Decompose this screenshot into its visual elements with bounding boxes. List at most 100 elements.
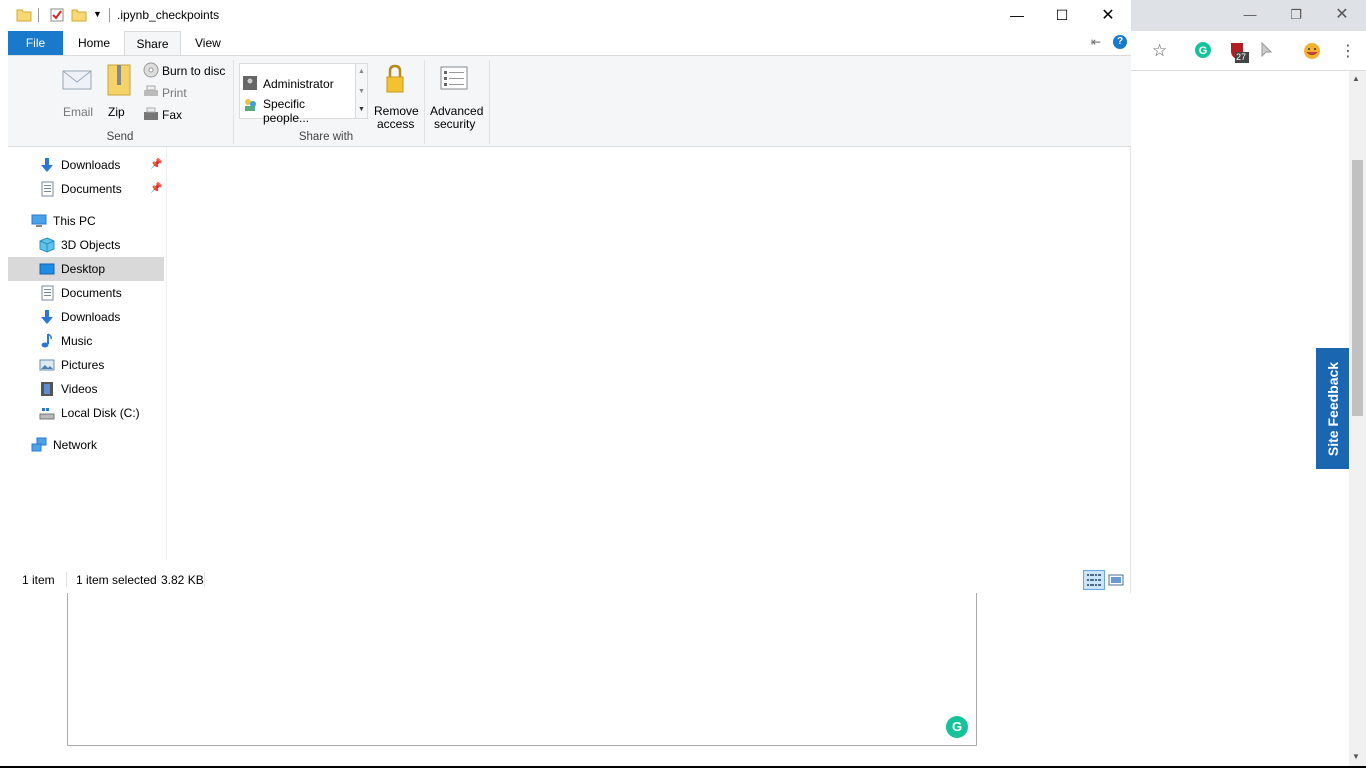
- nav-item-label: Downloads: [61, 158, 121, 172]
- share-with-group-label: Share with: [298, 131, 354, 143]
- comment-textarea[interactable]: [67, 593, 977, 746]
- customize-quick-access-dropdown[interactable]: ▼: [93, 9, 109, 25]
- maximize-button[interactable]: ☐: [1039, 0, 1085, 31]
- nav-item-documents[interactable]: Documents: [8, 281, 164, 305]
- selection-size: 3.82 KB: [161, 573, 204, 587]
- ribbon-separator: [489, 60, 490, 144]
- nav-item-label: Network: [53, 438, 98, 452]
- burn-to-disc-label: Burn to disc: [162, 64, 226, 78]
- share-list-scroller[interactable]: ▲ ▼ ▼: [356, 63, 368, 119]
- nav-item-pictures[interactable]: Pictures: [8, 353, 164, 377]
- share-item-specific-people[interactable]: Specific people...: [242, 95, 354, 125]
- documents-icon: [41, 181, 54, 197]
- window-title: .ipynb_checkpoints: [117, 8, 220, 22]
- nav-item-music[interactable]: Music: [8, 329, 164, 353]
- fax-button[interactable]: Fax: [142, 106, 202, 124]
- zip-folder-icon: [107, 64, 131, 96]
- desktop-icon: [39, 263, 55, 275]
- remove-access-line1: Remove: [374, 104, 419, 118]
- advanced-security-line1: Advanced: [430, 104, 484, 118]
- print-button[interactable]: Print: [142, 84, 202, 102]
- browser-minimize-button[interactable]: —: [1227, 2, 1273, 28]
- status-separator: [204, 572, 205, 587]
- bookmark-star-icon[interactable]: ☆: [1152, 41, 1174, 63]
- nav-item-label: Music: [61, 334, 93, 348]
- details-view-button[interactable]: [1083, 570, 1105, 590]
- cube-icon: [39, 237, 55, 253]
- people-icon: [245, 99, 256, 111]
- nav-item-network[interactable]: Network: [8, 433, 164, 457]
- user-icon: [243, 76, 257, 90]
- zip-button[interactable]: Zip: [104, 62, 132, 119]
- browser-close-button[interactable]: ✕: [1319, 2, 1365, 28]
- pane-divider[interactable]: [166, 147, 167, 560]
- fax-label: Fax: [162, 108, 183, 122]
- help-icon[interactable]: ?: [1113, 35, 1127, 49]
- advanced-security-line2: security: [434, 117, 476, 131]
- network-icon: [31, 437, 47, 452]
- nav-item-downloads[interactable]: Downloads: [8, 305, 164, 329]
- nav-item-quick-downloads[interactable]: Downloads 📌: [8, 153, 164, 177]
- shield-extension-icon[interactable]: 27: [1228, 41, 1250, 63]
- music-note-icon: [41, 333, 52, 348]
- grammarly-extension-icon[interactable]: G: [1194, 41, 1216, 63]
- share-with-list[interactable]: Administrator Specific people...: [239, 63, 356, 125]
- pin-icon: 📌: [150, 159, 163, 170]
- ribbon-separator: [233, 60, 234, 144]
- share-item-label: Specific people...: [263, 97, 310, 125]
- new-folder-quick-access-icon[interactable]: [71, 7, 87, 23]
- nav-item-label: Videos: [61, 382, 98, 396]
- large-icons-view-button[interactable]: [1108, 572, 1124, 588]
- remove-access-button[interactable]: Remove access: [372, 62, 419, 131]
- download-arrow-icon: [41, 310, 53, 324]
- email-button[interactable]: Email: [58, 62, 96, 119]
- nav-item-3d-objects[interactable]: 3D Objects: [8, 233, 164, 257]
- pin-ribbon-icon[interactable]: ⇤: [1091, 35, 1101, 49]
- nav-item-quick-documents[interactable]: Documents 📌: [8, 177, 164, 201]
- nav-item-local-disk[interactable]: Local Disk (C:): [8, 401, 164, 425]
- disc-icon: [143, 62, 159, 78]
- close-button[interactable]: ✕: [1085, 0, 1131, 31]
- ribbon-tabs: File Home Share View ⇤ ?: [8, 31, 1131, 55]
- browser-menu-icon[interactable]: ⋮: [1337, 41, 1359, 63]
- tab-share[interactable]: Share: [124, 31, 181, 55]
- printer-icon: [144, 85, 158, 96]
- share-item-label: Administrator: [263, 77, 334, 91]
- navigation-pane[interactable]: Downloads 📌 Documents 📌 This PC 3D Objec…: [8, 147, 167, 560]
- browser-restore-button[interactable]: ❐: [1273, 2, 1319, 28]
- nav-item-desktop[interactable]: Desktop: [8, 257, 164, 281]
- tab-view[interactable]: View: [183, 31, 233, 55]
- nav-item-label: Documents: [61, 286, 122, 300]
- tab-home[interactable]: Home: [66, 31, 122, 55]
- nav-item-videos[interactable]: Videos: [8, 377, 164, 401]
- site-feedback-label: Site Feedback: [1324, 361, 1341, 456]
- item-count: 1 item: [22, 573, 55, 587]
- burn-to-disc-button[interactable]: Burn to disc: [142, 62, 232, 80]
- grammarly-badge-icon[interactable]: G: [946, 716, 968, 738]
- browser-scrollbar-thumb[interactable]: [1352, 160, 1363, 416]
- status-bar: 1 item 1 item selected 3.82 KB: [8, 568, 1131, 593]
- browser-tabstrip: — ❐ ✕: [1130, 0, 1366, 31]
- nav-item-label: Local Disk (C:): [61, 406, 140, 420]
- fax-icon: [144, 107, 158, 120]
- tab-file[interactable]: File: [8, 31, 63, 55]
- send-group-label: Send: [106, 131, 134, 143]
- envelope-icon: [62, 70, 92, 90]
- pictures-icon: [39, 359, 55, 371]
- emoji-extension-icon[interactable]: [1302, 41, 1324, 63]
- zip-label: Zip: [108, 105, 125, 119]
- remove-access-line2: access: [377, 117, 415, 131]
- documents-icon: [41, 285, 54, 301]
- videos-icon: [41, 382, 53, 396]
- share-item-administrator[interactable]: Administrator: [242, 74, 352, 94]
- details-view-icon: [1087, 574, 1101, 586]
- site-feedback-button[interactable]: Site Feedback: [1316, 348, 1349, 469]
- folder-icon: [16, 9, 32, 22]
- cursor-extension-icon[interactable]: [1259, 41, 1281, 63]
- scroll-down-arrow-icon[interactable]: ▼: [1352, 752, 1360, 761]
- advanced-security-button[interactable]: Advanced security: [428, 62, 484, 131]
- scroll-up-arrow-icon[interactable]: ▲: [1352, 74, 1360, 83]
- nav-item-this-pc[interactable]: This PC: [8, 209, 164, 233]
- properties-quick-access-icon[interactable]: [49, 7, 65, 23]
- minimize-button[interactable]: —: [994, 0, 1040, 31]
